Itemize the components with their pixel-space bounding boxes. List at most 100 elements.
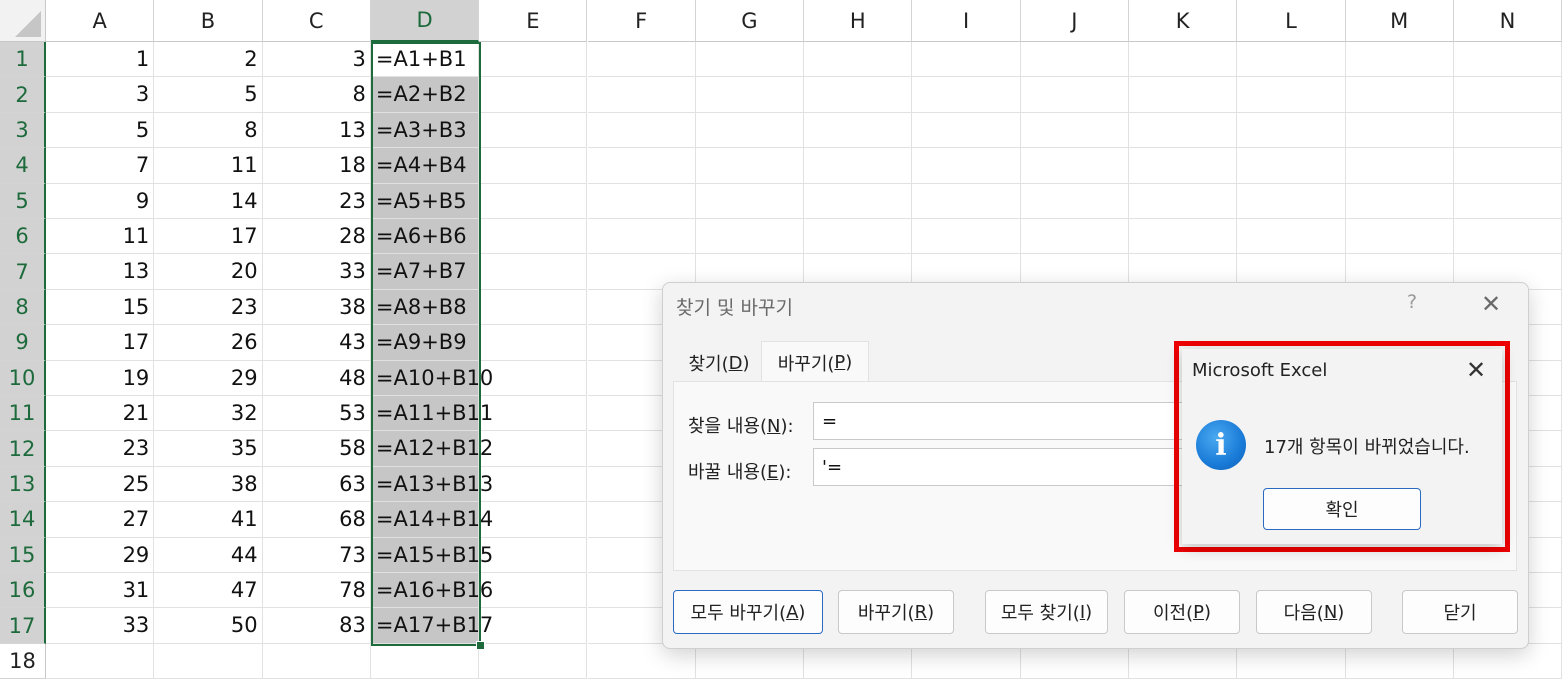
cell-h6[interactable] xyxy=(804,219,913,255)
column-header-j[interactable]: J xyxy=(1020,0,1129,42)
cell-d16[interactable]: =A16+B16 xyxy=(370,573,493,609)
cell-f3[interactable] xyxy=(587,112,696,149)
cell-a9[interactable]: 17 xyxy=(46,325,155,361)
cell-j6[interactable] xyxy=(1020,219,1129,255)
cell-m18[interactable] xyxy=(1345,643,1454,680)
row-header-2[interactable]: 2 xyxy=(0,77,46,113)
cell-e10[interactable] xyxy=(479,360,588,396)
cell-i18[interactable] xyxy=(912,643,1021,680)
cell-e9[interactable] xyxy=(479,325,588,361)
cell-b4[interactable]: 11 xyxy=(154,148,263,184)
cell-j4[interactable] xyxy=(1020,148,1129,184)
cell-h3[interactable] xyxy=(804,112,913,149)
cell-a11[interactable]: 21 xyxy=(46,396,155,432)
cell-m2[interactable] xyxy=(1345,77,1454,113)
column-header-c[interactable]: C xyxy=(262,0,371,42)
cell-n1[interactable] xyxy=(1453,42,1563,78)
cell-a17[interactable]: 33 xyxy=(46,608,155,644)
row-header-12[interactable]: 12 xyxy=(0,431,46,467)
cell-f2[interactable] xyxy=(587,77,696,113)
close-button[interactable]: 닫기 xyxy=(1402,590,1518,634)
cell-e6[interactable] xyxy=(479,219,588,255)
cell-c16[interactable]: 78 xyxy=(262,573,371,609)
cell-l4[interactable] xyxy=(1237,148,1346,184)
column-header-m[interactable]: M xyxy=(1345,0,1454,42)
cell-a6[interactable]: 11 xyxy=(46,219,155,255)
column-header-f[interactable]: F xyxy=(587,0,696,42)
cell-i2[interactable] xyxy=(912,77,1021,113)
row-header-6[interactable]: 6 xyxy=(0,219,46,255)
cell-a18[interactable] xyxy=(46,643,155,680)
cell-l2[interactable] xyxy=(1237,77,1346,113)
cell-n5[interactable] xyxy=(1453,183,1563,219)
cell-a12[interactable]: 23 xyxy=(46,431,155,467)
cell-n18[interactable] xyxy=(1453,643,1563,680)
cell-b5[interactable]: 14 xyxy=(154,183,263,219)
cell-c15[interactable]: 73 xyxy=(262,537,371,573)
cell-k2[interactable] xyxy=(1129,77,1238,113)
cell-a5[interactable]: 9 xyxy=(46,183,155,219)
cell-c3[interactable]: 13 xyxy=(262,112,371,149)
cell-i5[interactable] xyxy=(912,183,1021,219)
cell-b18[interactable] xyxy=(154,643,263,680)
cell-k3[interactable] xyxy=(1129,112,1238,149)
cell-f4[interactable] xyxy=(587,148,696,184)
row-header-8[interactable]: 8 xyxy=(0,289,46,326)
cell-g6[interactable] xyxy=(695,219,805,255)
cell-a4[interactable]: 7 xyxy=(46,148,155,184)
column-header-g[interactable]: G xyxy=(695,0,805,42)
cell-k5[interactable] xyxy=(1129,183,1238,219)
column-header-n[interactable]: N xyxy=(1453,0,1563,42)
cell-e17[interactable] xyxy=(479,608,588,644)
cell-l3[interactable] xyxy=(1237,112,1346,149)
row-header-18[interactable]: 18 xyxy=(0,643,46,680)
column-header-i[interactable]: I xyxy=(912,0,1021,42)
cell-d5[interactable]: =A5+B5 xyxy=(370,183,480,219)
cell-c12[interactable]: 58 xyxy=(262,431,371,467)
cell-h4[interactable] xyxy=(804,148,913,184)
cell-l6[interactable] xyxy=(1237,219,1346,255)
cell-j3[interactable] xyxy=(1020,112,1129,149)
cell-k1[interactable] xyxy=(1129,42,1238,78)
cell-c9[interactable]: 43 xyxy=(262,325,371,361)
cell-f1[interactable] xyxy=(587,42,696,78)
cell-j18[interactable] xyxy=(1020,643,1129,680)
cell-k4[interactable] xyxy=(1129,148,1238,184)
row-header-16[interactable]: 16 xyxy=(0,573,46,609)
cell-h1[interactable] xyxy=(804,42,913,78)
cell-i1[interactable] xyxy=(912,42,1021,78)
cell-a14[interactable]: 27 xyxy=(46,502,155,538)
cell-d13[interactable]: =A13+B13 xyxy=(370,466,493,503)
cell-d15[interactable]: =A15+B15 xyxy=(370,537,493,573)
cell-d4[interactable]: =A4+B4 xyxy=(370,148,480,184)
cell-e7[interactable] xyxy=(479,254,588,290)
cell-e18[interactable] xyxy=(479,643,588,680)
cell-j5[interactable] xyxy=(1020,183,1129,219)
column-header-l[interactable]: L xyxy=(1237,0,1346,42)
cell-g4[interactable] xyxy=(695,148,805,184)
cell-c10[interactable]: 48 xyxy=(262,360,371,396)
cell-e5[interactable] xyxy=(479,183,588,219)
row-header-9[interactable]: 9 xyxy=(0,325,46,361)
cell-d7[interactable]: =A7+B7 xyxy=(370,254,480,290)
column-header-a[interactable]: A xyxy=(46,0,155,42)
cell-c7[interactable]: 33 xyxy=(262,254,371,290)
cell-b8[interactable]: 23 xyxy=(154,289,263,326)
column-header-e[interactable]: E xyxy=(479,0,588,42)
cell-b12[interactable]: 35 xyxy=(154,431,263,467)
cell-a10[interactable]: 19 xyxy=(46,360,155,396)
cell-g3[interactable] xyxy=(695,112,805,149)
ok-button[interactable]: 확인 xyxy=(1263,488,1421,530)
cell-g5[interactable] xyxy=(695,183,805,219)
close-icon[interactable]: ✕ xyxy=(1481,290,1501,318)
row-header-5[interactable]: 5 xyxy=(0,183,46,219)
cell-c6[interactable]: 28 xyxy=(262,219,371,255)
help-icon[interactable]: ? xyxy=(1407,291,1417,313)
cell-f18[interactable] xyxy=(587,643,696,680)
find-all-button[interactable]: 모두 찾기(I) xyxy=(985,590,1108,634)
fill-handle[interactable] xyxy=(476,641,485,650)
cell-b9[interactable]: 26 xyxy=(154,325,263,361)
cell-m4[interactable] xyxy=(1345,148,1454,184)
message-close-icon[interactable]: ✕ xyxy=(1466,356,1486,384)
cell-n3[interactable] xyxy=(1453,112,1563,149)
